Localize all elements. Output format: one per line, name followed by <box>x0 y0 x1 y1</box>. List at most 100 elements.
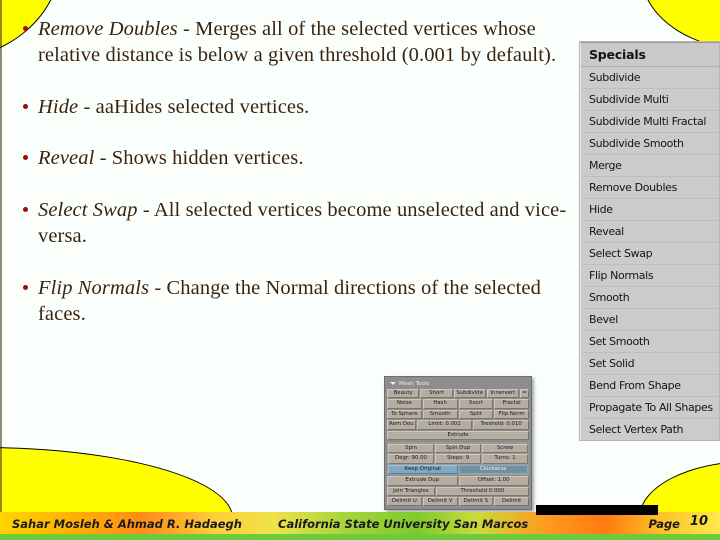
mesh-tools-row: Extrude Dup Offset: 1.00 <box>387 476 529 486</box>
specials-menu-item[interactable]: Smooth <box>581 287 719 309</box>
mesh-tools-row: Keep Original Clockwise <box>388 464 528 475</box>
mesh-tools-button[interactable]: Threshold 0.000 <box>435 486 529 497</box>
mesh-tools-button[interactable]: Fractal <box>494 399 529 409</box>
mesh-tools-button[interactable]: Beauty <box>387 389 420 399</box>
bullet-list: Remove Doubles - Merges all of the selec… <box>14 16 570 343</box>
footer-authors: Sahar Mosleh & Ahmad R. Hadaegh <box>12 517 242 531</box>
mesh-tools-button[interactable]: Hash <box>422 399 458 409</box>
bullet-flip-normals: Flip Normals - Change the Normal directi… <box>14 275 570 327</box>
mesh-tools-button[interactable]: Limit: 0.001 <box>416 420 473 430</box>
footer-page-label: Page <box>648 517 681 531</box>
mesh-tools-button[interactable]: Spin Dup <box>435 444 481 454</box>
specials-menu-item[interactable]: Merge <box>581 155 719 177</box>
bullet-hide: Hide - aaHides selected vertices. <box>14 94 570 120</box>
bullet-remove-doubles: Remove Doubles - Merges all of the selec… <box>14 16 570 68</box>
mesh-tools-button[interactable]: Keep Original <box>388 464 458 475</box>
mesh-tools-button[interactable]: Offset: 1.00 <box>458 476 529 486</box>
mesh-tools-button[interactable]: Split <box>458 409 494 420</box>
specials-menu-item[interactable]: Bend From Shape <box>581 375 719 397</box>
mesh-tools-button[interactable]: Extrude Dup <box>387 476 458 486</box>
bullet-description: Shows hidden vertices. <box>111 147 304 170</box>
bullet-dot-icon <box>23 26 28 31</box>
mesh-tools-button[interactable]: Innervert <box>486 389 519 399</box>
bullet-term: Flip Normals <box>38 277 150 300</box>
mesh-tools-button[interactable]: Smooth <box>422 409 458 420</box>
specials-menu-item[interactable]: Hide <box>581 199 719 221</box>
mesh-tools-panel: Mesh Tools Beauty Short Subdivide Innervert… <box>384 376 532 510</box>
mesh-tools-button[interactable]: Delimit U <box>387 497 422 507</box>
mesh-tools-button[interactable]: Steps: 9 <box>435 454 481 464</box>
specials-menu-item[interactable]: Subdivide <box>581 67 719 89</box>
slide-footer: Sahar Mosleh & Ahmad R. Hadaegh Californ… <box>0 505 720 540</box>
specials-menu-item[interactable]: Set Solid <box>581 353 719 375</box>
mesh-tools-button[interactable]: Extrude <box>387 430 529 441</box>
corner-decoration-bottom-left <box>0 447 233 518</box>
specials-menu-item[interactable]: Reveal <box>581 221 719 243</box>
specials-menu-item[interactable]: Remove Doubles <box>581 177 719 199</box>
specials-menu-items: Subdivide Subdivide Multi Subdivide Multi … <box>581 67 719 440</box>
bullet-dot-icon <box>23 104 28 110</box>
mesh-tools-button[interactable]: Join Triangles <box>387 486 435 497</box>
mesh-tools-button[interactable]: Treshold: 0.010 <box>473 420 529 430</box>
footer-university: California State University San Marcos <box>278 517 529 531</box>
bullet-separator: - <box>177 18 196 40</box>
mesh-tools-button[interactable]: Noise <box>387 399 422 409</box>
mesh-tools-row: Extrude <box>387 430 529 441</box>
specials-menu-header: Specials <box>581 43 719 67</box>
mesh-tools-button[interactable]: Degr: 90.00 <box>388 454 434 464</box>
collapse-triangle-icon <box>390 382 396 385</box>
slide-canvas: Remove Doubles - Merges all of the selec… <box>0 0 720 540</box>
mesh-tools-button[interactable]: Screw <box>482 444 528 454</box>
bullet-term: Remove Doubles <box>38 18 178 40</box>
bullet-term: Reveal <box>38 147 95 170</box>
specials-menu: Specials Subdivide Subdivide Multi Subdivi… <box>580 42 719 440</box>
left-edge-rule <box>0 0 2 540</box>
bullet-separator: - <box>78 96 96 119</box>
bullet-dot-icon <box>23 207 28 213</box>
mesh-tools-button[interactable]: Delimit V <box>422 497 458 507</box>
mesh-tools-row: Spin Spin Dup Screw <box>388 444 528 454</box>
mesh-tools-button[interactable]: Spin <box>388 444 434 454</box>
mesh-tools-button[interactable]: = <box>520 389 529 399</box>
bullet-separator: - <box>137 199 154 222</box>
bullet-separator: - <box>94 147 112 170</box>
mesh-tools-row: Degr: 90.00 Steps: 9 Turns: 1 <box>388 454 528 464</box>
specials-menu-item[interactable]: Flip Normals <box>581 265 719 287</box>
mesh-tools-row: To Sphere Smooth Split Flip Norm <box>387 409 529 420</box>
bullet-dot-icon <box>23 155 28 161</box>
mesh-tools-row: Rem Dou Limit: 0.001 Treshold: 0.010 <box>387 420 529 430</box>
mesh-tools-group: Spin Spin Dup Screw Degr: 90.00 Steps: 9 Turn… <box>387 442 529 476</box>
specials-menu-item[interactable]: Select Swap <box>581 243 719 265</box>
specials-menu-item[interactable]: Subdivide Multi <box>581 89 719 111</box>
mesh-tools-row: Join Triangles Threshold 0.000 <box>387 486 529 497</box>
mesh-tools-row: Beauty Short Subdivide Innervert = <box>387 389 529 399</box>
footer-notch <box>536 505 658 515</box>
mesh-tools-button[interactable]: Short <box>420 389 453 399</box>
mesh-tools-button[interactable]: Delimit S <box>458 497 494 507</box>
bullet-term: Hide <box>38 96 79 119</box>
mesh-tools-button[interactable]: Xsort <box>458 399 494 409</box>
mesh-tools-button[interactable]: Turns: 1 <box>482 454 528 464</box>
specials-menu-item[interactable]: Propagate To All Shapes <box>581 397 719 419</box>
mesh-tools-button[interactable]: Delimit <box>494 497 529 507</box>
mesh-tools-title-bar: Mesh Tools <box>387 379 529 388</box>
footer-green-strip <box>0 534 720 540</box>
bullet-reveal: Reveal - Shows hidden vertices. <box>14 145 570 171</box>
specials-menu-item[interactable]: Subdivide Multi Fractal <box>581 111 719 133</box>
bullet-separator: - <box>149 277 167 300</box>
specials-menu-item[interactable]: Select Vertex Path <box>581 419 719 440</box>
mesh-tools-title: Mesh Tools <box>399 380 430 387</box>
specials-menu-item[interactable]: Set Smooth <box>581 331 719 353</box>
specials-menu-item[interactable]: Bevel <box>581 309 719 331</box>
mesh-tools-button[interactable]: Clockwise <box>458 464 528 475</box>
mesh-tools-row: Delimit U Delimit V Delimit S Delimit <box>387 497 529 507</box>
mesh-tools-button[interactable]: Rem Dou <box>387 420 416 430</box>
bullet-dot-icon <box>23 285 28 291</box>
footer-page-number: 10 <box>689 514 708 529</box>
mesh-tools-button[interactable]: To Sphere <box>387 409 422 420</box>
mesh-tools-button[interactable]: Subdivide <box>453 389 486 399</box>
mesh-tools-button[interactable]: Flip Norm <box>494 409 529 420</box>
specials-menu-item[interactable]: Subdivide Smooth <box>581 133 719 155</box>
mesh-tools-row: Noise Hash Xsort Fractal <box>387 399 529 409</box>
mesh-tools-body: Beauty Short Subdivide Innervert = Noise Hash X… <box>387 389 529 507</box>
